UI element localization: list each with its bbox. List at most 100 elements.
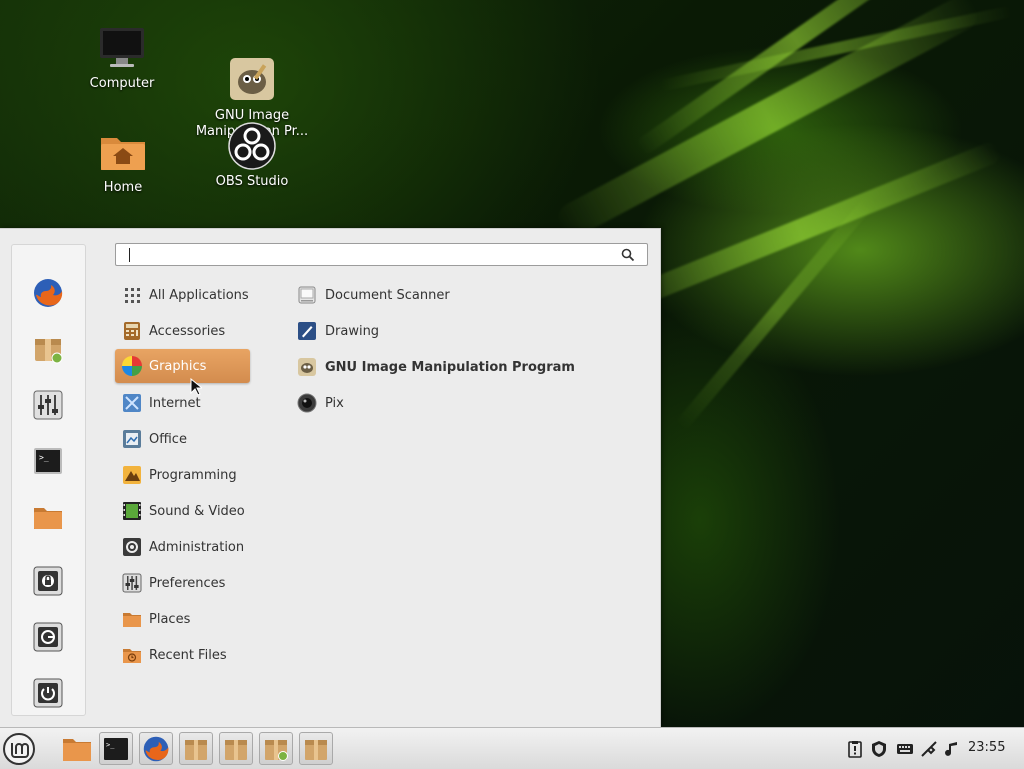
desktop-icon-label: Computer [89, 76, 155, 91]
category-places[interactable]: Places [115, 602, 250, 636]
favorite-lock-screen[interactable] [32, 565, 64, 597]
app-drawing[interactable]: Drawing [297, 316, 379, 346]
panel-launcher-software-manager[interactable] [259, 732, 293, 765]
search-icon [621, 248, 635, 262]
category-label: Programming [149, 467, 237, 483]
logout-icon [33, 622, 63, 652]
panel-launcher-terminal[interactable]: >_ [99, 732, 133, 765]
desktop-icon-computer[interactable]: Computer [62, 24, 182, 92]
category-graphics[interactable]: Graphics [115, 349, 250, 383]
scanner-icon [298, 286, 316, 304]
panel-launcher-firefox[interactable] [139, 732, 173, 765]
music-note-icon[interactable] [944, 740, 962, 758]
app-label: Document Scanner [325, 287, 450, 303]
obs-icon [228, 122, 276, 170]
category-label: Office [149, 431, 187, 447]
category-label: Graphics [149, 358, 207, 374]
favorite-log-out[interactable] [32, 621, 64, 653]
mint-menu-icon [3, 732, 35, 765]
desktop-icon-home[interactable]: Home [63, 128, 183, 196]
panel-launcher-package-1[interactable] [179, 732, 213, 765]
package-icon [305, 739, 327, 760]
category-label: All Applications [149, 287, 249, 303]
category-label: Recent Files [149, 647, 227, 663]
mouse-cursor [190, 378, 202, 396]
home-folder-icon [99, 128, 147, 176]
desktop-icon-label: Home [103, 180, 143, 195]
search-input[interactable] [115, 243, 648, 266]
package-icon [225, 739, 247, 760]
app-pix[interactable]: Pix [297, 388, 344, 418]
computer-icon [98, 24, 146, 72]
favorite-system-settings[interactable] [32, 389, 64, 421]
category-all-applications[interactable]: All Applications [115, 278, 250, 312]
gimp-icon [228, 40, 276, 100]
recent-files-icon [123, 649, 141, 663]
panel-launcher-package-2[interactable] [219, 732, 253, 765]
sound-video-icon [123, 502, 141, 520]
text-caret [129, 248, 130, 262]
terminal-icon: >_ [104, 737, 128, 760]
category-recent-files[interactable]: Recent Files [115, 638, 250, 672]
network-icon[interactable] [920, 740, 938, 758]
category-label: Preferences [149, 575, 226, 591]
category-internet[interactable]: Internet [115, 386, 250, 420]
category-preferences[interactable]: Preferences [115, 566, 250, 600]
desktop-icon-label: OBS Studio [215, 174, 289, 189]
app-label: Drawing [325, 323, 380, 339]
category-sound-video[interactable]: Sound & Video [115, 494, 250, 528]
preferences-icon [122, 573, 142, 593]
places-folder-icon [123, 613, 141, 627]
firefox-icon [34, 279, 63, 307]
gimp-icon [298, 358, 316, 376]
folder-icon [63, 738, 91, 761]
shield-icon[interactable] [870, 740, 888, 758]
app-label: Pix [325, 395, 344, 411]
calculator-icon [124, 322, 140, 340]
svg-text:>_: >_ [106, 741, 115, 749]
desktop-icon-obs[interactable]: OBS Studio [192, 122, 312, 190]
lock-icon [33, 566, 63, 596]
bottom-panel: >_ 23:55 [0, 727, 1024, 769]
terminal-icon: >_ [34, 448, 62, 474]
category-office[interactable]: Office [115, 422, 250, 456]
internet-icon [123, 394, 141, 412]
menu-button[interactable] [2, 732, 36, 765]
app-document-scanner[interactable]: Document Scanner [297, 280, 450, 310]
panel-launcher-files[interactable] [60, 732, 94, 765]
app-label: GNU Image Manipulation Program [325, 359, 575, 375]
power-icon [33, 678, 63, 708]
programming-icon [123, 466, 141, 484]
pix-icon [297, 393, 317, 413]
application-menu: >_ All Applications Accessories Graphics… [0, 228, 661, 728]
administration-icon [123, 538, 141, 556]
app-gimp[interactable]: GNU Image Manipulation Program [297, 352, 575, 382]
category-administration[interactable]: Administration [115, 530, 250, 564]
favorite-files[interactable] [32, 501, 64, 533]
graphics-icon [122, 356, 142, 376]
favorite-software-manager[interactable] [32, 333, 64, 365]
panel-launcher-package-3[interactable] [299, 732, 333, 765]
folder-icon [34, 508, 62, 529]
software-manager-icon [265, 739, 288, 761]
category-accessories[interactable]: Accessories [115, 314, 250, 348]
software-manager-icon [35, 339, 63, 364]
category-programming[interactable]: Programming [115, 458, 250, 492]
favorite-quit[interactable] [32, 677, 64, 709]
clipboard-icon[interactable] [846, 740, 864, 758]
grid-icon [125, 288, 140, 303]
category-label: Places [149, 611, 191, 627]
favorite-firefox[interactable] [32, 277, 64, 309]
category-label: Accessories [149, 323, 226, 339]
package-icon [185, 739, 207, 760]
clock[interactable]: 23:55 [968, 740, 1005, 755]
category-label: Sound & Video [149, 503, 245, 519]
drawing-icon [298, 322, 316, 340]
firefox-icon [143, 736, 169, 761]
keyboard-icon[interactable] [896, 740, 914, 758]
favorite-terminal[interactable]: >_ [32, 445, 64, 477]
office-icon [123, 430, 141, 448]
favorites-bar: >_ [11, 244, 86, 716]
category-label: Administration [149, 539, 245, 555]
settings-sliders-icon [33, 390, 63, 420]
